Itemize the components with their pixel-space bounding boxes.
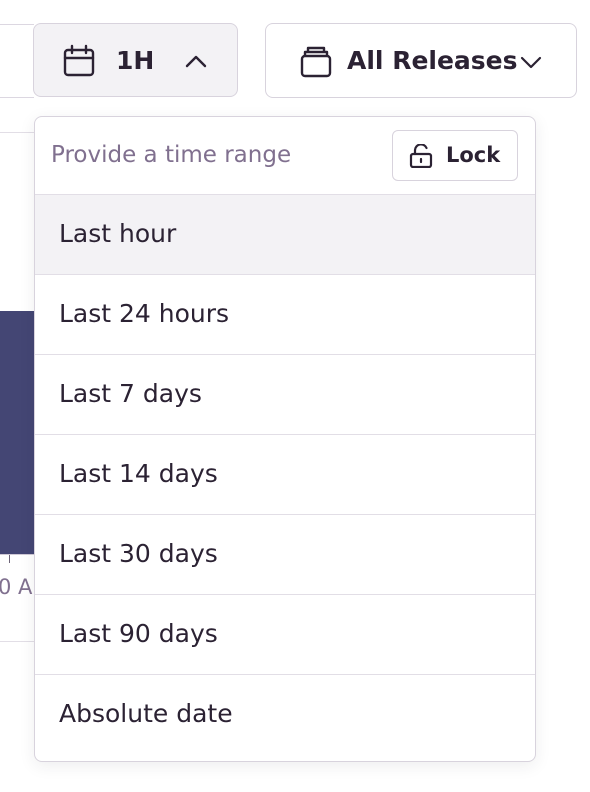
date-range-label: 1H (116, 46, 155, 75)
time-range-menu: Lock Last hour Last 24 hours Last 7 days… (34, 116, 536, 762)
chart-axis-tick-label: 0 A (0, 575, 33, 599)
stack-icon (300, 46, 332, 78)
menu-option-label: Last 30 days (59, 539, 218, 568)
menu-option-last-14-days[interactable]: Last 14 days (35, 435, 535, 515)
release-filter-label: All Releases (347, 46, 518, 75)
chevron-up-icon (185, 55, 207, 68)
menu-option-last-7-days[interactable]: Last 7 days (35, 355, 535, 435)
menu-option-last-90-days[interactable]: Last 90 days (35, 595, 535, 675)
menu-option-label: Last 90 days (59, 619, 218, 648)
time-range-menu-header: Lock (35, 117, 535, 195)
lock-button-label: Lock (446, 143, 501, 167)
menu-option-label: Last 24 hours (59, 299, 230, 328)
chart-axis-tick (9, 555, 10, 563)
menu-option-last-24-hours[interactable]: Last 24 hours (35, 275, 535, 355)
menu-option-label: Last hour (59, 219, 177, 248)
calendar-icon (63, 44, 95, 77)
menu-option-label: Absolute date (59, 699, 233, 728)
time-range-input[interactable] (51, 137, 391, 173)
menu-option-last-30-days[interactable]: Last 30 days (35, 515, 535, 595)
menu-option-absolute-date[interactable]: Absolute date (35, 675, 535, 755)
menu-option-last-hour[interactable]: Last hour (35, 195, 535, 275)
chevron-down-icon (520, 56, 542, 69)
search-input-edge (0, 24, 34, 98)
lock-button[interactable]: Lock (392, 130, 518, 181)
unlock-icon (409, 144, 433, 168)
menu-option-label: Last 14 days (59, 459, 218, 488)
menu-option-label: Last 7 days (59, 379, 202, 408)
release-filter-button[interactable]: All Releases (265, 23, 577, 98)
date-range-button[interactable]: 1H (33, 23, 238, 97)
